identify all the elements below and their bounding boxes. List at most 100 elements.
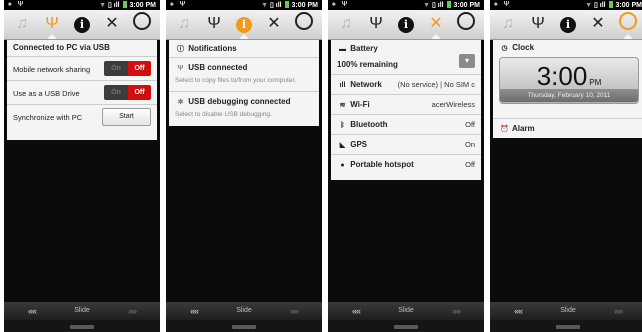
bottom-area: ‹‹‹‹ Slide ›››› <box>4 302 160 332</box>
slide-bar[interactable]: ‹‹‹‹ Slide ›››› <box>166 302 322 320</box>
tab-bar: ♫ Ψ i ✕ <box>4 10 160 40</box>
tab-settings[interactable]: ✕ <box>262 12 286 36</box>
settings-icon: ✕ <box>267 15 281 32</box>
tab-settings[interactable]: ✕ <box>586 12 610 36</box>
info-icon: i <box>236 17 252 33</box>
bluetooth-row[interactable]: ᛒ Bluetooth Off <box>331 115 481 135</box>
tab-usb[interactable]: Ψ <box>364 12 388 36</box>
settings-icon: ✕ <box>591 15 605 32</box>
bluetooth-label: Bluetooth <box>350 120 388 129</box>
slide-bar[interactable]: ‹‹‹‹ Slide ›››› <box>490 302 642 320</box>
gps-label: GPS <box>350 140 368 149</box>
battery-icon: ▬ <box>339 46 346 53</box>
tab-music[interactable]: ♫ <box>172 12 196 36</box>
clock-time-display: 3:00 PM <box>500 61 638 92</box>
mobile-network-sharing-label: Mobile network sharing <box>13 65 91 74</box>
mobile-network-sharing-toggle[interactable]: On Off <box>104 61 151 76</box>
slide-label: Slide <box>398 307 414 314</box>
bluetooth-value: Off <box>465 120 475 129</box>
status-bar: ♠ Ψ ▼ ▯ ıll 3:00 PM <box>166 0 322 10</box>
tab-clock[interactable] <box>292 12 316 36</box>
tab-indicator <box>239 34 249 39</box>
wifi-value: acerWireless <box>431 100 475 109</box>
tab-music[interactable]: ♫ <box>496 12 520 36</box>
tab-info[interactable]: i <box>394 12 418 36</box>
battery-value: 100% remaining <box>337 60 398 69</box>
signal-icon: ıll <box>339 82 346 89</box>
clock-icon <box>133 12 151 30</box>
tab-info[interactable]: i <box>232 12 256 36</box>
tab-clock[interactable] <box>454 12 478 36</box>
tab-usb[interactable]: Ψ <box>202 12 226 36</box>
info-icon: i <box>560 17 576 33</box>
slide-label: Slide <box>236 307 252 314</box>
slide-right-arrows: ›››› <box>128 306 137 316</box>
tab-bar: ♫ Ψ i ✕ <box>490 10 642 40</box>
tab-info[interactable]: i <box>70 12 94 36</box>
notifications-title: Notifications <box>188 44 237 53</box>
settings-icon: ✕ <box>429 15 443 32</box>
gps-row[interactable]: ◣ GPS On <box>331 135 481 155</box>
usb-drive-toggle[interactable]: On Off <box>104 85 151 100</box>
usb-drive-row: Use as a USB Drive On Off <box>7 81 157 105</box>
status-time: 3:00 PM <box>129 2 156 9</box>
phone-clock-screen: ♠ Ψ ▼ ▯ ıll 3:00 PM ♫ Ψ i ✕ ◷ Clock 3:00… <box>490 0 642 332</box>
wifi-row[interactable]: ≋ Wi-Fi acerWireless <box>331 95 481 115</box>
info-icon: ⓘ <box>177 46 184 53</box>
tab-music[interactable]: ♫ <box>334 12 358 36</box>
notification-subtitle: Select to disable USB debugging. <box>175 111 272 118</box>
notification-title: USB debugging connected <box>188 97 291 106</box>
slide-right-arrows: ›››› <box>614 306 623 316</box>
notifications-header: ⓘ Notifications <box>169 40 319 58</box>
music-icon: ♫ <box>16 15 28 32</box>
notification-usb-connected[interactable]: Ψ USB connected Select to copy files to/… <box>169 58 319 92</box>
alarm-icon: ⏰ <box>500 126 509 133</box>
usb-icon: Ψ <box>369 15 383 32</box>
home-handle[interactable] <box>556 325 580 329</box>
music-icon: ♫ <box>340 15 352 32</box>
tab-music[interactable]: ♫ <box>10 12 34 36</box>
clock-ampm: PM <box>589 78 602 87</box>
slide-bar[interactable]: ‹‹‹‹ Slide ›››› <box>4 302 160 320</box>
phone-settings-screen: ♠ Ψ ▼ ▯ ıll 3:00 PM ♫ Ψ i ✕ ▬ Battery 10… <box>328 0 484 332</box>
usb-panel: Connected to PC via USB Mobile network s… <box>7 40 157 140</box>
tab-indicator <box>623 34 633 39</box>
slide-bar[interactable]: ‹‹‹‹ Slide ›››› <box>328 302 484 320</box>
music-icon: ♫ <box>178 15 190 32</box>
network-label: Network <box>350 80 382 89</box>
slide-right-arrows: ›››› <box>290 306 299 316</box>
sync-pc-label: Synchronize with PC <box>13 113 83 122</box>
battery-expand-button[interactable]: ▾ <box>459 54 475 68</box>
home-handle[interactable] <box>232 325 256 329</box>
clock-widget[interactable]: ◷ Clock 3:00 PM Thursday, February 10, 20… <box>493 40 642 119</box>
tab-usb[interactable]: Ψ <box>40 12 64 36</box>
toggle-on-label: On <box>104 61 128 76</box>
usb-icon: Ψ <box>45 15 59 32</box>
slide-right-arrows: ›››› <box>452 306 461 316</box>
network-value: (No service) | No SIM c <box>397 80 475 89</box>
info-icon: i <box>74 17 90 33</box>
alarm-row[interactable]: ⏰ Alarm <box>493 119 642 138</box>
home-handle[interactable] <box>394 325 418 329</box>
network-row[interactable]: ıll Network (No service) | No SIM c <box>331 75 481 95</box>
clock-date: Thursday, February 10, 2011 <box>500 89 638 102</box>
tab-info[interactable]: i <box>556 12 580 36</box>
tab-clock[interactable] <box>130 12 154 36</box>
home-handle[interactable] <box>70 325 94 329</box>
sync-start-button[interactable]: Start <box>102 108 151 126</box>
gps-value: On <box>464 140 475 149</box>
notification-usb-debugging[interactable]: ✱ USB debugging connected Select to disa… <box>169 92 319 125</box>
tab-settings[interactable]: ✕ <box>424 12 448 36</box>
hotspot-row[interactable]: ● Portable hotspot Off <box>331 155 481 174</box>
clock-icon <box>295 12 313 30</box>
phone-usb-screen: ♠ Ψ ▼ ▯ ıll 3:00 PM ♫ Ψ i ✕ Connected to… <box>4 0 160 332</box>
tab-usb[interactable]: Ψ <box>526 12 550 36</box>
tab-clock[interactable] <box>616 12 640 36</box>
notifications-panel: ⓘ Notifications Ψ USB connected Select t… <box>169 40 319 126</box>
toggle-on-label: On <box>104 85 128 100</box>
bottom-area: ‹‹‹‹ Slide ›››› <box>490 302 642 332</box>
tab-settings[interactable]: ✕ <box>100 12 124 36</box>
status-time: 3:00 PM <box>453 2 480 9</box>
status-bar: ♠ Ψ ▼ ▯ ıll 3:00 PM <box>490 0 642 10</box>
hotspot-icon: ● <box>340 162 345 169</box>
